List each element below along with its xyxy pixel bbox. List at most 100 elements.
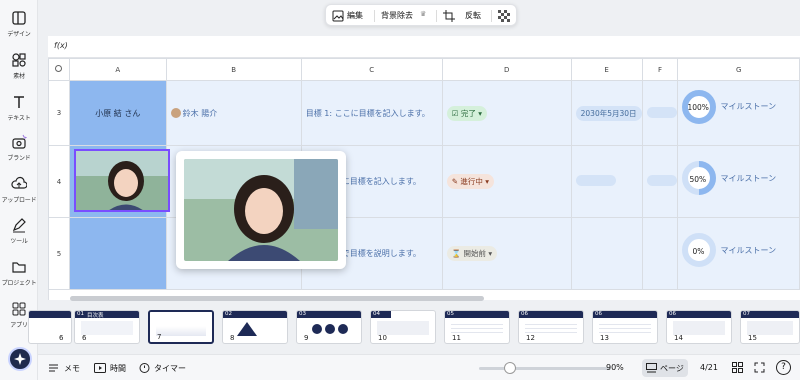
sidebar-item-label: テキスト [7,115,31,122]
page-thumbnail[interactable]: 6 [28,310,72,344]
page-counter: 4/21 [700,363,718,372]
notes-button[interactable]: メモ [64,363,80,374]
photo-preview-popup [176,151,346,269]
sidebar-item-label: プロジェクト [1,280,37,287]
name-cell[interactable]: 小原 結 さん [68,80,167,146]
sidebar-item-label: 素材 [13,73,25,80]
avatar [170,108,181,118]
video-icon [94,363,106,373]
column-header[interactable]: G [677,58,800,81]
page-section-num: 06 [669,311,676,317]
row-number[interactable]: 5 [48,217,70,290]
column-header[interactable]: D [441,58,572,81]
date-chip[interactable]: 2030年5月30日 [575,105,642,121]
image-toolbar: 編集 背景除去 ♛ 反転 [325,4,517,26]
date-cell[interactable] [641,145,679,218]
page-section-num: 01 [77,311,84,317]
fullscreen-icon[interactable] [754,362,765,373]
page-number: 6 [82,334,87,342]
zoom-level[interactable]: 90% [606,363,624,372]
page-thumbnail[interactable]: 05 11 [444,310,510,344]
brand-icon [12,134,27,149]
formula-bar[interactable]: f(x) [48,36,800,58]
page-thumbnail[interactable]: 03 9 [296,310,362,344]
column-header[interactable]: C [300,58,443,81]
remove-background-button[interactable]: 背景除去 [381,10,413,21]
page-section-num: 07 [743,311,750,317]
progress-cell[interactable]: 0% マイルストーン [677,217,800,290]
page-thumbnail[interactable]: 06 14 [666,310,732,344]
date-cell[interactable]: 2030年5月30日 [570,80,643,146]
page-section-num: 03 [299,311,306,317]
goal-cell[interactable]: 目標 1: ここに目標を記入します。 [300,80,443,146]
status-badge[interactable]: ☑ 完了 ▾ [446,105,487,121]
timer-button[interactable]: タイマー [154,363,186,374]
date-cell[interactable] [641,80,679,146]
row-number[interactable]: 4 [48,145,70,218]
sidebar-item-upload[interactable]: アップロード [0,176,38,204]
flip-button[interactable]: 反転 [465,10,481,21]
sidebar-item-label: ツール [10,238,28,245]
column-header[interactable]: B [165,58,302,81]
progress-cell[interactable]: 50% マイルストーン [677,145,800,218]
horizontal-scrollbar[interactable] [70,296,484,301]
sidebar-item-text[interactable]: テキスト [0,94,38,122]
page-thumbnail[interactable]: 07 15 [740,310,800,344]
duration-button[interactable]: 時間 [110,363,126,374]
page-number: 8 [230,334,235,342]
toolbar-divider [436,10,437,22]
select-all-corner[interactable] [48,58,70,81]
date-cell[interactable] [570,145,643,218]
row-number[interactable]: 3 [48,80,70,146]
date-cell[interactable] [570,217,643,290]
date-cell[interactable] [641,217,679,290]
name-cell[interactable] [68,217,167,290]
sidebar-item-design[interactable]: デザイン [0,10,38,38]
page-thumbnail[interactable]: 02 8 [222,310,288,344]
crop-icon[interactable] [443,10,455,22]
page-number: 9 [304,334,309,342]
grid-view-icon[interactable] [732,362,743,373]
help-button[interactable]: ? [776,360,791,375]
column-header[interactable]: A [68,58,167,81]
magic-assistant-button[interactable] [8,347,32,371]
status-label: 進行中 [460,177,483,186]
page-thumbnail[interactable]: 06 13 [592,310,658,344]
milestone-text: マイルストーン [720,174,777,183]
status-cell[interactable]: ☑ 完了 ▾ [441,80,572,146]
empty-date-chip[interactable] [575,175,616,186]
bottom-bar: メモ 時間 タイマー 90% ページ 4/21 ? [38,354,800,380]
empty-date-chip[interactable] [646,106,677,118]
crown-icon: ♛ [420,10,427,18]
zoom-slider[interactable] [479,367,611,370]
page-number: 14 [674,334,683,342]
sidebar-item-projects[interactable]: プロジェクト [0,259,38,287]
column-header[interactable]: F [641,58,679,81]
status-badge[interactable]: ✎ 進行中 ▾ [446,174,495,189]
owner-cell[interactable]: 鈴木 陽介 [165,80,302,146]
page-thumbnail[interactable]: 01 目次表 6 [74,310,140,344]
page-title: 目次表 [87,313,104,319]
sidebar-item-brand[interactable]: ブランド [0,134,38,162]
zoom-slider-handle[interactable] [504,362,516,374]
transparency-icon[interactable] [498,10,510,22]
sidebar-item-elements[interactable]: 素材 [0,52,38,80]
student-photo-preview [184,159,338,261]
column-header[interactable]: E [570,58,643,81]
edit-button[interactable]: 編集 [347,10,363,21]
status-badge[interactable]: ⌛ 開始前 ▾ [446,246,498,261]
empty-date-chip[interactable] [646,175,677,186]
page-thumbnail[interactable]: 06 12 [518,310,584,344]
page-number: 13 [600,334,609,342]
pages-label: ページ [660,364,684,373]
selected-photo[interactable] [74,149,170,212]
status-cell[interactable]: ✎ 進行中 ▾ [441,145,572,218]
pages-view-button[interactable]: ページ [642,359,688,377]
pages-icon [646,363,657,373]
sidebar-item-tools[interactable]: ツール [0,217,38,245]
page-thumbnail[interactable]: 04 10 [370,310,436,344]
progress-cell[interactable]: 100% マイルストーン [677,80,800,146]
page-thumbnail-selected[interactable]: 7 [148,310,214,344]
elements-icon [12,53,26,67]
status-cell[interactable]: ⌛ 開始前 ▾ [441,217,572,290]
